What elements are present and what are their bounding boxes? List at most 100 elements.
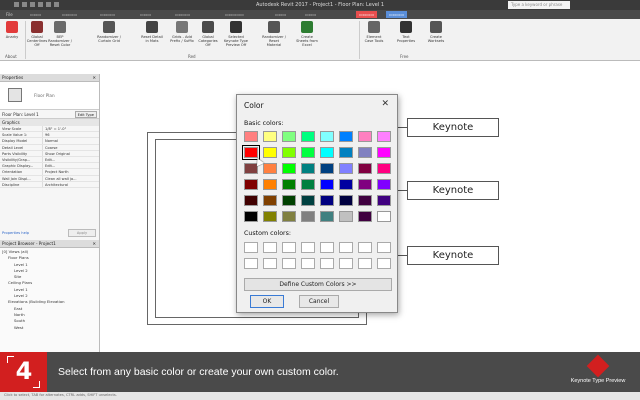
custom-color-swatch[interactable] bbox=[320, 258, 334, 269]
basic-color-swatch[interactable] bbox=[339, 195, 353, 206]
property-value[interactable]: 96 bbox=[42, 132, 90, 138]
property-value[interactable]: 1/8" = 1'-0" bbox=[42, 126, 90, 132]
keynote-tag[interactable]: Keynote bbox=[407, 246, 499, 265]
basic-color-swatch[interactable] bbox=[320, 195, 334, 206]
ribbon-button-9[interactable]: Create Sheets from Excel bbox=[295, 21, 319, 47]
custom-color-swatch[interactable] bbox=[358, 242, 372, 253]
instance-selector[interactable]: Floor Plan: Level 1 Edit Type bbox=[0, 110, 99, 119]
custom-color-swatch[interactable] bbox=[358, 258, 372, 269]
custom-color-swatch[interactable] bbox=[244, 242, 258, 253]
basic-color-swatch[interactable] bbox=[244, 211, 258, 222]
property-value[interactable]: Normal bbox=[42, 138, 90, 144]
tab-file[interactable]: File bbox=[6, 12, 13, 17]
basic-color-swatch[interactable] bbox=[244, 131, 258, 142]
basic-color-swatch[interactable] bbox=[282, 131, 296, 142]
basic-color-swatch[interactable] bbox=[377, 211, 391, 222]
property-value[interactable]: Architectural bbox=[42, 181, 90, 187]
basic-color-swatch[interactable] bbox=[301, 131, 315, 142]
properties-help-link[interactable]: Properties help bbox=[2, 231, 29, 235]
basic-color-swatch[interactable] bbox=[301, 211, 315, 222]
basic-color-swatch[interactable] bbox=[282, 211, 296, 222]
basic-color-swatch[interactable] bbox=[377, 179, 391, 190]
tab-g[interactable]: ▭▭▭ bbox=[275, 12, 286, 17]
property-value[interactable]: Clean all wall jo... bbox=[42, 175, 90, 181]
basic-color-swatch[interactable] bbox=[358, 211, 372, 222]
basic-color-swatch[interactable] bbox=[339, 147, 353, 158]
basic-color-swatch[interactable] bbox=[282, 163, 296, 174]
basic-color-swatch[interactable] bbox=[282, 195, 296, 206]
basic-color-swatch[interactable] bbox=[301, 195, 315, 206]
define-custom-colors-button[interactable]: Define Custom Colors >> bbox=[244, 278, 392, 291]
cancel-button[interactable]: Cancel bbox=[299, 295, 339, 308]
keynote-tag[interactable]: Keynote bbox=[407, 118, 499, 137]
basic-color-swatch[interactable] bbox=[320, 179, 334, 190]
basic-color-swatch[interactable] bbox=[339, 211, 353, 222]
basic-color-swatch[interactable] bbox=[244, 179, 258, 190]
close-icon[interactable]: ✕ bbox=[92, 74, 96, 82]
close-icon[interactable]: ✕ bbox=[381, 99, 389, 109]
tab-active[interactable]: ▭▭▭▭ bbox=[356, 11, 378, 18]
basic-color-swatch[interactable] bbox=[282, 147, 296, 158]
basic-color-swatch[interactable] bbox=[242, 145, 260, 160]
custom-color-swatch[interactable] bbox=[320, 242, 334, 253]
custom-color-swatch[interactable] bbox=[244, 258, 258, 269]
basic-color-swatch[interactable] bbox=[263, 211, 277, 222]
tab-h[interactable]: ▭▭▭ bbox=[305, 12, 316, 17]
basic-color-swatch[interactable] bbox=[339, 131, 353, 142]
ribbon-button-2[interactable]: BEP Randomizer / Reset Color bbox=[48, 21, 72, 47]
custom-color-swatch[interactable] bbox=[263, 258, 277, 269]
custom-color-swatch[interactable] bbox=[282, 258, 296, 269]
tab-e[interactable]: ▭▭▭▭ bbox=[175, 12, 190, 17]
tab-context[interactable]: ▭▭▭▭ bbox=[386, 11, 408, 18]
edit-type-button[interactable]: Edit Type bbox=[74, 111, 97, 118]
property-row[interactable]: Discipline Architectural bbox=[0, 181, 99, 188]
property-value[interactable]: Edit... bbox=[42, 156, 90, 163]
ribbon-button-7[interactable]: Selected Keynote Type Preview Off bbox=[224, 21, 248, 47]
ribbon-button-8[interactable]: Randomizer / Reset Material bbox=[262, 21, 286, 47]
property-value[interactable]: Coarse bbox=[42, 144, 90, 150]
basic-color-swatch[interactable] bbox=[339, 163, 353, 174]
custom-color-swatch[interactable] bbox=[339, 242, 353, 253]
custom-color-swatch[interactable] bbox=[377, 258, 391, 269]
basic-color-swatch[interactable] bbox=[377, 163, 391, 174]
ribbon-button-0[interactable]: Anarky bbox=[0, 21, 24, 39]
graphics-section[interactable]: Graphics bbox=[0, 119, 99, 126]
basic-color-swatch[interactable] bbox=[358, 131, 372, 142]
tab-c[interactable]: ▭▭▭▭ bbox=[100, 12, 115, 17]
property-value[interactable]: Project North bbox=[42, 169, 90, 175]
basic-color-swatch[interactable] bbox=[320, 211, 334, 222]
ribbon-button-10[interactable]: Element Case Tools bbox=[362, 21, 386, 43]
ribbon-button-4[interactable]: Reset Detail in Mats bbox=[140, 21, 164, 43]
basic-color-swatch[interactable] bbox=[301, 147, 315, 158]
tab-f[interactable]: ▭▭▭▭▭ bbox=[225, 12, 244, 17]
basic-color-swatch[interactable] bbox=[263, 195, 277, 206]
basic-color-swatch[interactable] bbox=[263, 131, 277, 142]
basic-color-swatch[interactable] bbox=[339, 179, 353, 190]
custom-color-swatch[interactable] bbox=[377, 242, 391, 253]
keynote-tag[interactable]: Keynote bbox=[407, 181, 499, 200]
custom-color-swatch[interactable] bbox=[282, 242, 296, 253]
tab-d[interactable]: ▭▭▭ bbox=[140, 12, 151, 17]
custom-color-swatch[interactable] bbox=[301, 258, 315, 269]
apply-button[interactable]: Apply bbox=[68, 229, 96, 237]
type-selector[interactable]: Floor Plan bbox=[0, 82, 99, 110]
basic-color-swatch[interactable] bbox=[358, 147, 372, 158]
basic-color-swatch[interactable] bbox=[301, 179, 315, 190]
ribbon-button-11[interactable]: Text Properties bbox=[394, 21, 418, 43]
property-value[interactable]: Edit... bbox=[42, 163, 90, 169]
basic-color-swatch[interactable] bbox=[358, 195, 372, 206]
basic-color-swatch[interactable] bbox=[263, 147, 277, 158]
ribbon-button-5[interactable]: Grids - Add Prefix / Suffix bbox=[170, 21, 194, 43]
property-value[interactable]: Show Original bbox=[42, 150, 90, 156]
tab-b[interactable]: ▭▭▭▭ bbox=[62, 12, 77, 17]
ribbon-button-12[interactable]: Create Worksets bbox=[424, 21, 448, 43]
basic-color-swatch[interactable] bbox=[263, 179, 277, 190]
basic-color-swatch[interactable] bbox=[282, 179, 296, 190]
basic-color-swatch[interactable] bbox=[320, 147, 334, 158]
tree-item[interactable]: West bbox=[0, 325, 99, 331]
basic-color-swatch[interactable] bbox=[358, 179, 372, 190]
custom-color-swatch[interactable] bbox=[263, 242, 277, 253]
basic-color-swatch[interactable] bbox=[301, 163, 315, 174]
basic-color-swatch[interactable] bbox=[244, 195, 258, 206]
ribbon-button-3[interactable]: Randomizer / Curtain Grid bbox=[97, 21, 121, 43]
